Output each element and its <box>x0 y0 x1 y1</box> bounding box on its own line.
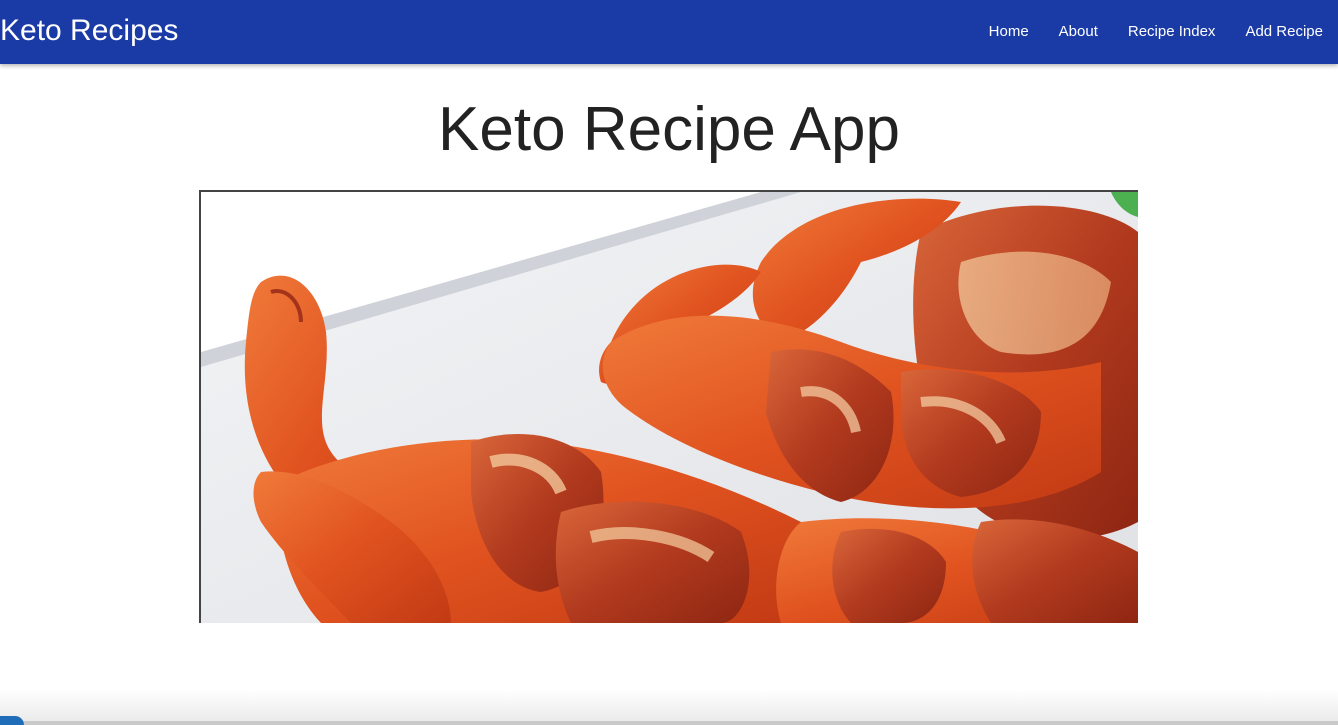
nav-link-recipe-index[interactable]: Recipe Index <box>1113 0 1231 64</box>
shrimp-illustration <box>201 192 1138 623</box>
page-title: Keto Recipe App <box>438 95 900 164</box>
brand-logo-link[interactable]: Keto Recipes <box>0 13 178 49</box>
nav-links: Home About Recipe Index Add Recipe <box>974 0 1338 64</box>
top-navbar: Keto Recipes Home About Recipe Index Add… <box>0 0 1338 64</box>
footer-divider <box>0 721 1338 725</box>
nav-link-about[interactable]: About <box>1044 0 1113 64</box>
footer-shadow <box>0 690 1338 725</box>
nav-link-home[interactable]: Home <box>974 0 1044 64</box>
corner-tab <box>0 716 24 725</box>
nav-link-add-recipe[interactable]: Add Recipe <box>1230 0 1338 64</box>
hero-image <box>199 190 1138 623</box>
